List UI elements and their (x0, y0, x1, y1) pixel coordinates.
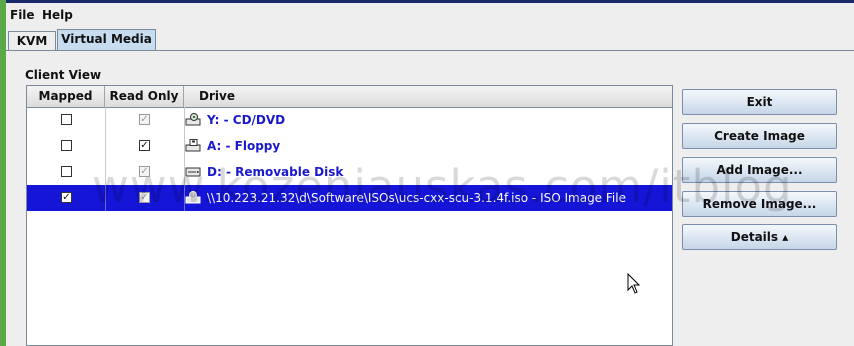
cell-divider (105, 185, 106, 211)
drive-label: \\10.223.21.32\d\Software\ISOs\ucs-cxx-s… (207, 191, 626, 205)
mapped-checkbox[interactable]: ✓ (61, 192, 72, 203)
remove-image-button[interactable]: Remove Image... (682, 191, 837, 217)
client-view-table: Mapped Read Only Drive ✓ Y: - CD/DVD ✓ A… (26, 85, 673, 346)
mouse-cursor-icon (627, 273, 641, 294)
table-row[interactable]: ✓ Y: - CD/DVD (27, 107, 672, 133)
tab-kvm[interactable]: KVM (8, 31, 56, 51)
table-row[interactable]: ✓ A: - Floppy (27, 133, 672, 159)
client-view-label: Client View (25, 68, 102, 82)
drive-label: Y: - CD/DVD (207, 113, 286, 127)
tab-virtual-media[interactable]: Virtual Media (57, 29, 156, 51)
iso-image-icon (185, 191, 201, 204)
column-header-mapped[interactable]: Mapped (27, 86, 105, 107)
cell-divider (105, 133, 106, 159)
exit-button[interactable]: Exit (682, 89, 837, 115)
create-image-button[interactable]: Create Image (682, 123, 837, 149)
read-only-checkbox: ✓ (139, 192, 150, 203)
table-header: Mapped Read Only Drive (27, 86, 672, 108)
table-row-selected[interactable]: ✓ ✓ \\10.223.21.32\d\Software\ISOs\ucs-c… (27, 185, 672, 211)
column-header-read-only[interactable]: Read Only (105, 86, 184, 107)
read-only-checkbox: ✓ (139, 166, 150, 177)
mapped-checkbox[interactable] (61, 166, 72, 177)
cell-divider (105, 159, 106, 185)
column-header-drive[interactable]: Drive (184, 86, 672, 107)
floppy-drive-icon (185, 139, 201, 152)
cd-dvd-drive-icon (185, 113, 201, 126)
drive-label: D: - Removable Disk (207, 165, 344, 179)
table-row[interactable]: ✓ D: - Removable Disk (27, 159, 672, 185)
mapped-checkbox[interactable] (61, 140, 72, 151)
menu-help[interactable]: Help (42, 8, 73, 22)
drive-label: A: - Floppy (207, 139, 281, 153)
menu-file[interactable]: File (10, 8, 35, 22)
read-only-checkbox: ✓ (139, 114, 150, 125)
details-button[interactable]: Details ▴ (682, 224, 837, 250)
menubar: File Help (6, 3, 854, 25)
cell-divider (105, 107, 106, 133)
removable-disk-icon (185, 167, 201, 177)
read-only-checkbox[interactable]: ✓ (139, 140, 150, 151)
add-image-button[interactable]: Add Image... (682, 157, 837, 183)
mapped-checkbox[interactable] (61, 114, 72, 125)
